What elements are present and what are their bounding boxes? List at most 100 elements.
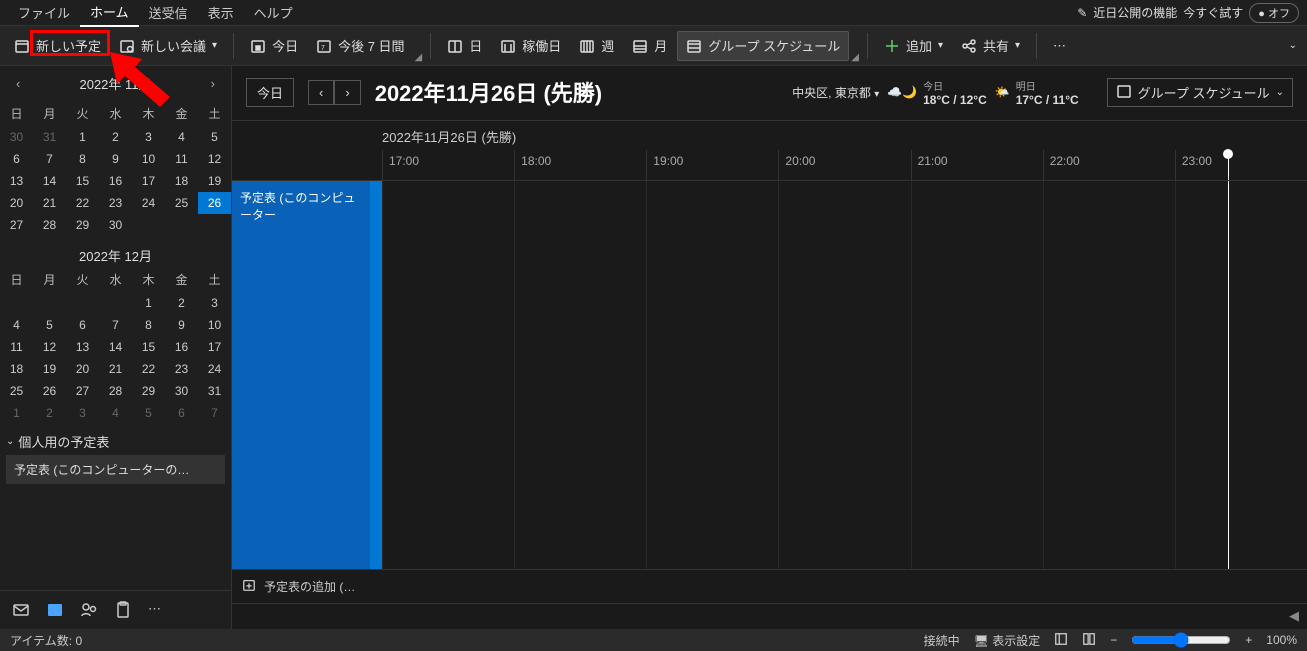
calendar-day[interactable]: 2 [33,402,66,424]
calendar-day[interactable]: 30 [165,380,198,402]
calendar-day[interactable]: 30 [99,214,132,236]
calendar-day[interactable]: 5 [132,402,165,424]
calendar-day[interactable]: 29 [132,380,165,402]
workday-view-button[interactable]: 稼働日 [492,31,569,61]
calendar-day[interactable]: 31 [198,380,231,402]
calendar-day[interactable]: 19 [33,358,66,380]
zoom-level[interactable]: 100% [1266,633,1297,647]
calendar-day[interactable]: 6 [66,314,99,336]
calendar-day[interactable]: 20 [0,192,33,214]
calendar-day[interactable]: 5 [198,126,231,148]
zoom-out-button[interactable]: − [1110,633,1117,647]
today-button[interactable]: 今日 [242,31,306,61]
people-icon[interactable] [80,601,98,619]
month-view-button[interactable]: 月 [624,31,675,61]
calendar-day[interactable]: 1 [66,126,99,148]
time-cell[interactable] [646,181,778,569]
tasks-icon[interactable] [114,601,132,619]
reading-view-icon[interactable] [1082,632,1096,649]
location-label[interactable]: 中央区, 東京都 ▾ [792,84,879,101]
calendar-day[interactable]: 25 [0,380,33,402]
calendar-day[interactable]: 13 [0,170,33,192]
calendar-day[interactable]: 25 [165,192,198,214]
calendar-day[interactable]: 14 [99,336,132,358]
calendar-day[interactable]: 13 [66,336,99,358]
calendar-day[interactable]: 14 [33,170,66,192]
time-cell[interactable] [382,181,514,569]
calendar-day[interactable]: 26 [198,192,231,214]
calendar-day[interactable] [66,292,99,314]
calendar-day[interactable]: 18 [165,170,198,192]
prev-month-button[interactable]: ‹ [10,74,26,93]
calendar-day[interactable]: 29 [66,214,99,236]
calendar-day[interactable]: 21 [33,192,66,214]
calendar-day[interactable]: 27 [0,214,33,236]
calendar-day[interactable]: 15 [132,336,165,358]
normal-view-icon[interactable] [1054,632,1068,649]
display-settings-button[interactable]: 🖥 表示設定 [974,632,1041,649]
week-view-button[interactable]: 週 [571,31,622,61]
dialog-launcher-icon[interactable]: ◢ [851,52,859,65]
calendar-day[interactable]: 17 [132,170,165,192]
calendar-day[interactable]: 5 [33,314,66,336]
calendar-day[interactable]: 24 [132,192,165,214]
mini-calendar-dec[interactable]: 日月火水木金土 12345678910111213141516171819202… [0,267,231,424]
collapse-ribbon-icon[interactable]: ⌄ [1285,36,1301,55]
calendar-day[interactable]: 27 [66,380,99,402]
calendar-day[interactable] [33,292,66,314]
add-calendar-row[interactable]: 予定表の追加 (… [232,569,1307,603]
calendar-day[interactable]: 28 [33,214,66,236]
zoom-slider[interactable] [1131,632,1231,648]
calendar-day[interactable]: 21 [99,358,132,380]
dialog-launcher-icon[interactable]: ◢ [415,52,423,65]
calendar-day[interactable] [132,214,165,236]
calendar-day[interactable]: 4 [99,402,132,424]
calendar-day[interactable]: 11 [0,336,33,358]
calendar-day[interactable]: 30 [0,126,33,148]
calendar-day[interactable]: 3 [132,126,165,148]
scroll-left-icon[interactable]: ◀ [1289,608,1299,625]
next-month-button[interactable]: › [205,74,221,93]
zoom-in-button[interactable]: + [1245,633,1252,647]
calendar-day[interactable]: 16 [165,336,198,358]
calendar-day[interactable]: 15 [66,170,99,192]
calendar-day[interactable]: 9 [165,314,198,336]
try-now-label[interactable]: 今すぐ試す [1183,4,1243,21]
personal-calendars-header[interactable]: ⌄個人用の予定表 [6,432,225,451]
calendar-day[interactable]: 8 [66,148,99,170]
menu-sendrecv[interactable]: 送受信 [139,0,198,26]
calendar-day[interactable]: 6 [0,148,33,170]
calendar-day[interactable]: 2 [165,292,198,314]
calendar-item[interactable]: 予定表 (このコンピューターの… [6,455,225,484]
new-appointment-button[interactable]: 新しい予定 [6,31,109,61]
calendar-day[interactable]: 28 [99,380,132,402]
calendar-day[interactable]: 7 [33,148,66,170]
calendar-day[interactable]: 12 [198,148,231,170]
next-7-days-button[interactable]: 7 今後 7 日間 [308,31,412,61]
calendar-day[interactable]: 31 [33,126,66,148]
group-schedule-dropdown[interactable]: グループ スケジュール⌄ [1107,78,1293,107]
menu-view[interactable]: 表示 [198,0,244,26]
group-schedule-button[interactable]: グループ スケジュール [677,31,849,61]
more-nav-icon[interactable]: ⋯ [148,601,166,619]
day-view-button[interactable]: 日 [439,31,490,61]
calendar-day[interactable]: 1 [132,292,165,314]
calendar-day[interactable]: 16 [99,170,132,192]
calendar-day[interactable]: 3 [66,402,99,424]
calendar-day[interactable]: 7 [99,314,132,336]
next-day-button[interactable]: › [334,80,360,105]
calendar-day[interactable]: 9 [99,148,132,170]
share-button[interactable]: 共有▾ [953,31,1028,61]
calendar-day[interactable] [99,292,132,314]
calendar-day[interactable]: 4 [0,314,33,336]
calendar-day[interactable]: 7 [198,402,231,424]
calendar-icon[interactable] [46,601,64,619]
time-cell[interactable] [1175,181,1307,569]
calendar-day[interactable]: 8 [132,314,165,336]
menu-file[interactable]: ファイル [8,0,80,26]
calendar-day[interactable]: 23 [99,192,132,214]
calendar-day[interactable]: 4 [165,126,198,148]
calendar-day[interactable]: 1 [0,402,33,424]
schedule-grid[interactable]: 予定表 (このコンピューター [232,181,1307,569]
goto-today-button[interactable]: 今日 [246,78,294,107]
